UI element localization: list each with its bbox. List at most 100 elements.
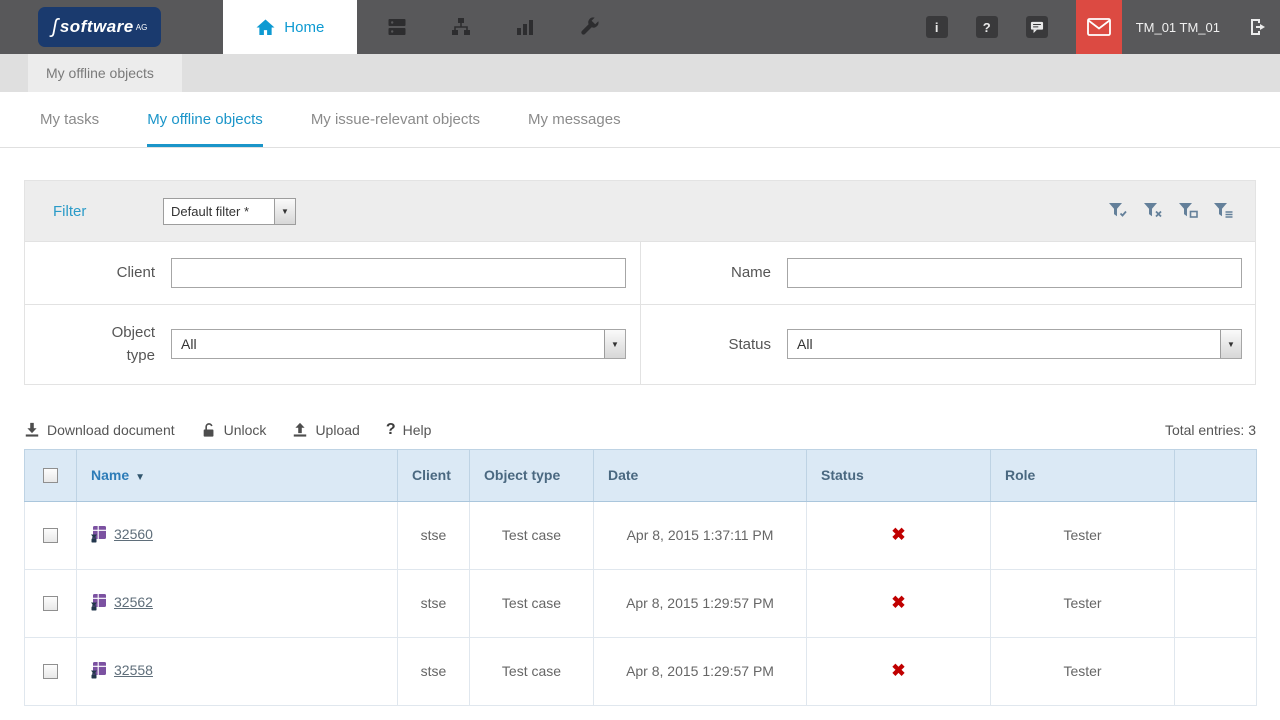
manage-filter-icon[interactable] xyxy=(1213,202,1233,220)
field-status: Status All ▼ xyxy=(640,304,1255,384)
column-header-date[interactable]: Date xyxy=(593,448,807,502)
status-value: All xyxy=(797,336,813,353)
actions-cell xyxy=(1174,636,1257,706)
object-link[interactable]: 32562 xyxy=(114,594,153,610)
test-case-locked-icon xyxy=(91,525,106,542)
role-cell: Tester xyxy=(990,500,1175,570)
tab-bar: My tasks My offline objects My issue-rel… xyxy=(0,92,1280,148)
test-case-locked-icon xyxy=(91,661,106,678)
tab-my-tasks[interactable]: My tasks xyxy=(40,92,99,147)
table-row: 32562 stse Test case Apr 8, 2015 1:29:57… xyxy=(24,568,1257,638)
messages-mail-tile[interactable] xyxy=(1075,0,1122,54)
list-toolbar: Download document Unlock Upload ? Help T… xyxy=(24,421,1256,439)
object-type-cell: Test case xyxy=(469,568,594,638)
row-checkbox[interactable] xyxy=(43,528,58,544)
status-failed-icon: ✖ xyxy=(891,525,906,544)
column-header-role[interactable]: Role xyxy=(990,448,1175,502)
column-header-client[interactable]: Client xyxy=(397,448,470,502)
role-cell: Tester xyxy=(990,568,1175,638)
chevron-down-icon: ▼ xyxy=(274,198,295,224)
logout-icon[interactable] xyxy=(1236,17,1280,37)
filter-header: Filter Default filter * ▼ xyxy=(25,181,1255,241)
wrench-icon[interactable] xyxy=(557,16,621,38)
row-select-cell xyxy=(24,568,77,638)
status-cell: ✖ xyxy=(806,636,991,706)
object-link[interactable]: 32558 xyxy=(114,662,153,678)
object-type-value: All xyxy=(181,336,197,353)
object-type-cell: Test case xyxy=(469,636,594,706)
filter-title: Filter xyxy=(53,202,87,220)
chart-icon[interactable] xyxy=(493,16,557,38)
field-object-type: Object type All ▼ xyxy=(25,304,640,384)
client-cell: stse xyxy=(397,636,470,706)
filter-fields: Client Name Object type All ▼ Status All… xyxy=(25,241,1255,384)
table-row: 32560 stse Test case Apr 8, 2015 1:37:11… xyxy=(24,500,1257,570)
brand-text: software xyxy=(59,17,134,36)
filter-preset-select[interactable]: Default filter * ▼ xyxy=(163,197,296,225)
home-tab[interactable]: Home xyxy=(223,0,358,54)
unlock-button[interactable]: Unlock xyxy=(201,422,266,438)
select-all-cell xyxy=(24,448,77,502)
actions-cell xyxy=(1174,500,1257,570)
date-cell: Apr 8, 2015 1:37:11 PM xyxy=(593,500,807,570)
apply-filter-icon[interactable] xyxy=(1108,202,1128,220)
help-button[interactable]: ? Help xyxy=(386,421,432,439)
tab-label: My tasks xyxy=(40,111,100,128)
table-body: 32560 stse Test case Apr 8, 2015 1:37:11… xyxy=(24,500,1257,706)
sort-desc-icon: ▼ xyxy=(135,472,146,483)
download-document-button[interactable]: Download document xyxy=(24,422,175,438)
upload-button[interactable]: Upload xyxy=(292,421,360,438)
name-input[interactable] xyxy=(787,258,1242,288)
header-label: Object type xyxy=(484,467,561,483)
reset-filter-icon[interactable] xyxy=(1143,202,1163,220)
hierarchy-icon[interactable] xyxy=(429,16,493,38)
select-all-checkbox[interactable] xyxy=(43,468,58,484)
softwareag-logo: ʃ software AG xyxy=(38,7,162,47)
header-label: Role xyxy=(1005,467,1036,483)
row-checkbox[interactable] xyxy=(43,596,58,612)
status-select[interactable]: All ▼ xyxy=(787,329,1242,360)
row-checkbox[interactable] xyxy=(43,664,58,680)
column-header-name[interactable]: Name ▼ xyxy=(76,448,398,502)
tab-my-offline-objects[interactable]: My offline objects xyxy=(147,92,263,147)
tab-label: My issue-relevant objects xyxy=(310,111,481,128)
top-nav-icons xyxy=(365,0,621,54)
question-icon: ? xyxy=(385,420,396,438)
column-header-empty xyxy=(1174,448,1257,502)
name-label: Name xyxy=(730,264,771,282)
save-filter-icon[interactable] xyxy=(1178,202,1198,220)
object-type-select[interactable]: All ▼ xyxy=(171,329,626,360)
field-name: Name xyxy=(640,241,1255,304)
feedback-chat-icon[interactable] xyxy=(1025,16,1048,38)
status-cell: ✖ xyxy=(806,500,991,570)
breadcrumb-label: My offline objects xyxy=(46,65,154,81)
test-case-locked-icon xyxy=(91,593,106,610)
header-label: Status xyxy=(821,467,864,483)
download-label: Download document xyxy=(47,421,175,438)
client-label: Client xyxy=(116,264,155,282)
logo-swirl-glyph: ʃ xyxy=(52,15,58,38)
home-icon xyxy=(256,18,275,36)
status-failed-icon: ✖ xyxy=(891,593,906,612)
client-input[interactable] xyxy=(171,258,626,288)
tab-my-messages[interactable]: My messages xyxy=(528,92,621,147)
status-label: Status xyxy=(728,335,771,353)
role-cell: Tester xyxy=(990,636,1175,706)
info-icon[interactable]: i xyxy=(925,16,948,38)
chevron-down-icon: ▼ xyxy=(1220,330,1241,359)
tab-my-issue-relevant-objects[interactable]: My issue-relevant objects xyxy=(311,92,480,147)
column-header-status[interactable]: Status xyxy=(806,448,991,502)
upload-label: Upload xyxy=(315,421,360,438)
table-row: 32558 stse Test case Apr 8, 2015 1:29:57… xyxy=(24,636,1257,706)
table-header-row: Name ▼ Client Object type Date Status Rol… xyxy=(24,448,1257,502)
download-icon xyxy=(24,422,40,438)
column-header-object-type[interactable]: Object type xyxy=(469,448,594,502)
repository-icon[interactable] xyxy=(365,16,429,38)
breadcrumb[interactable]: My offline objects xyxy=(28,54,182,92)
object-link[interactable]: 32560 xyxy=(114,526,153,542)
tab-label: My messages xyxy=(528,111,621,128)
header-label: Date xyxy=(608,467,639,483)
field-client: Client xyxy=(25,241,640,304)
help-icon[interactable]: ? xyxy=(975,16,998,38)
tab-label: My offline objects xyxy=(147,111,263,128)
